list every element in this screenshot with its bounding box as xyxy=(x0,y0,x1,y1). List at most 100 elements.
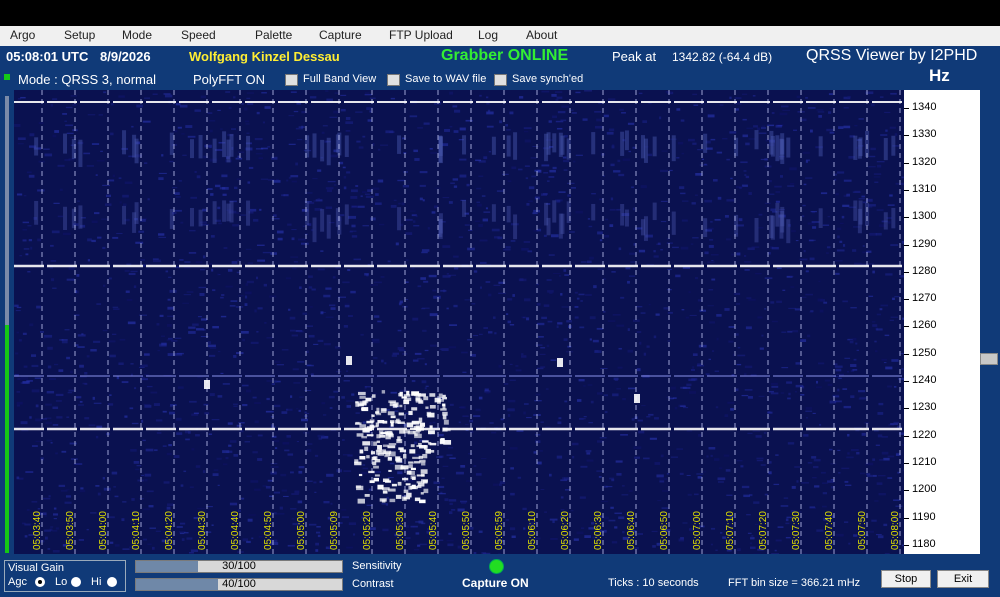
noise-speck xyxy=(517,476,522,479)
noise-speck xyxy=(510,467,515,470)
menu-mode[interactable]: Mode xyxy=(122,28,152,42)
sensitivity-slider[interactable]: 30/100 xyxy=(135,560,343,573)
noise-speck xyxy=(805,177,813,179)
menu-capture[interactable]: Capture xyxy=(319,28,362,42)
burst-signal xyxy=(371,456,377,461)
noise-speck xyxy=(327,180,336,183)
exit-button[interactable]: Exit xyxy=(937,570,989,588)
menu-log[interactable]: Log xyxy=(478,28,498,42)
noise-speck xyxy=(509,379,516,381)
frequency-slider-thumb[interactable] xyxy=(980,353,998,365)
noise-speck xyxy=(465,119,473,122)
noise-speck xyxy=(859,396,867,400)
noise-speck xyxy=(714,218,721,221)
noise-speck xyxy=(260,178,269,180)
signal-trace-faint xyxy=(786,137,791,158)
noise-speck xyxy=(296,440,300,443)
burst-signal xyxy=(405,483,411,486)
noise-speck xyxy=(585,293,592,297)
noise-speck xyxy=(419,171,428,174)
noise-speck xyxy=(43,148,50,150)
isolated-blip xyxy=(346,356,352,365)
noise-speck xyxy=(248,514,256,516)
noise-speck xyxy=(326,98,333,101)
noise-speck xyxy=(677,141,684,145)
noise-speck xyxy=(462,415,469,417)
noise-speck xyxy=(182,154,187,156)
signal-trace-faint xyxy=(397,207,402,231)
noise-speck xyxy=(415,215,418,218)
noise-speck xyxy=(124,270,130,272)
noise-speck xyxy=(342,454,350,456)
noise-speck xyxy=(693,104,699,107)
contrast-slider[interactable]: 40/100 xyxy=(135,578,343,591)
noise-speck xyxy=(202,255,206,259)
noise-speck xyxy=(485,391,490,394)
menu-ftp-upload[interactable]: FTP Upload xyxy=(389,28,453,42)
noise-speck xyxy=(177,386,184,389)
noise-speck xyxy=(647,153,653,157)
signal-trace-faint xyxy=(857,208,862,234)
menu-palette[interactable]: Palette xyxy=(255,28,292,42)
full-band-view-checkbox[interactable] xyxy=(285,74,298,86)
noise-speck xyxy=(179,532,185,535)
noise-speck xyxy=(449,502,453,506)
menu-about[interactable]: About xyxy=(526,28,557,42)
noise-speck xyxy=(771,246,779,250)
agc-radio[interactable] xyxy=(35,577,45,587)
noise-speck xyxy=(323,294,331,298)
noise-speck xyxy=(14,352,19,355)
noise-speck xyxy=(153,403,160,406)
noise-speck xyxy=(680,119,685,122)
noise-speck xyxy=(536,322,545,326)
burst-signal xyxy=(370,451,375,455)
noise-speck xyxy=(850,364,857,368)
noise-speck xyxy=(257,434,263,437)
grabber-status: Grabber ONLINE xyxy=(441,47,569,64)
noise-speck xyxy=(507,320,511,324)
noise-speck xyxy=(856,451,860,455)
noise-speck xyxy=(314,454,319,457)
hi-radio[interactable] xyxy=(107,577,117,587)
noise-speck xyxy=(688,378,696,382)
noise-speck xyxy=(634,456,640,459)
noise-speck xyxy=(319,480,323,483)
noise-speck xyxy=(93,402,102,405)
noise-speck xyxy=(550,537,558,540)
noise-speck xyxy=(361,191,367,193)
waterfall-display[interactable]: 05:03:40 05:03:50 05:04:00 05:04:10 05:04:20… xyxy=(14,90,904,554)
noise-speck xyxy=(419,197,423,201)
noise-speck xyxy=(348,522,357,526)
menu-speed[interactable]: Speed xyxy=(181,28,216,42)
noise-speck xyxy=(216,457,222,460)
noise-speck xyxy=(230,128,236,130)
stop-button[interactable]: Stop xyxy=(881,570,931,588)
menu-setup[interactable]: Setup xyxy=(64,28,95,42)
burst-signal xyxy=(409,449,416,454)
noise-speck xyxy=(707,114,715,118)
menu-argo[interactable]: Argo xyxy=(10,28,35,42)
noise-speck xyxy=(66,278,75,281)
noise-speck xyxy=(852,191,861,193)
level-meter-background xyxy=(5,96,9,325)
noise-speck xyxy=(220,296,224,299)
save-synched-checkbox[interactable] xyxy=(494,74,507,86)
noise-speck xyxy=(493,236,500,239)
noise-speck xyxy=(59,188,63,192)
noise-speck xyxy=(737,354,746,357)
noise-speck xyxy=(818,280,821,282)
noise-speck xyxy=(197,376,203,378)
noise-speck xyxy=(507,298,513,301)
signal-trace-faint xyxy=(591,132,596,155)
save-wav-checkbox[interactable] xyxy=(387,74,400,86)
noise-speck xyxy=(676,108,681,111)
lo-radio[interactable] xyxy=(71,577,81,587)
noise-speck xyxy=(25,253,29,256)
noise-speck xyxy=(890,316,898,318)
time-tick-label: 05:05:40 xyxy=(428,511,439,550)
noise-speck xyxy=(419,184,426,187)
noise-speck xyxy=(87,259,90,262)
noise-speck xyxy=(887,477,893,479)
frequency-scrollbar[interactable] xyxy=(980,90,1000,554)
noise-speck xyxy=(70,370,73,374)
